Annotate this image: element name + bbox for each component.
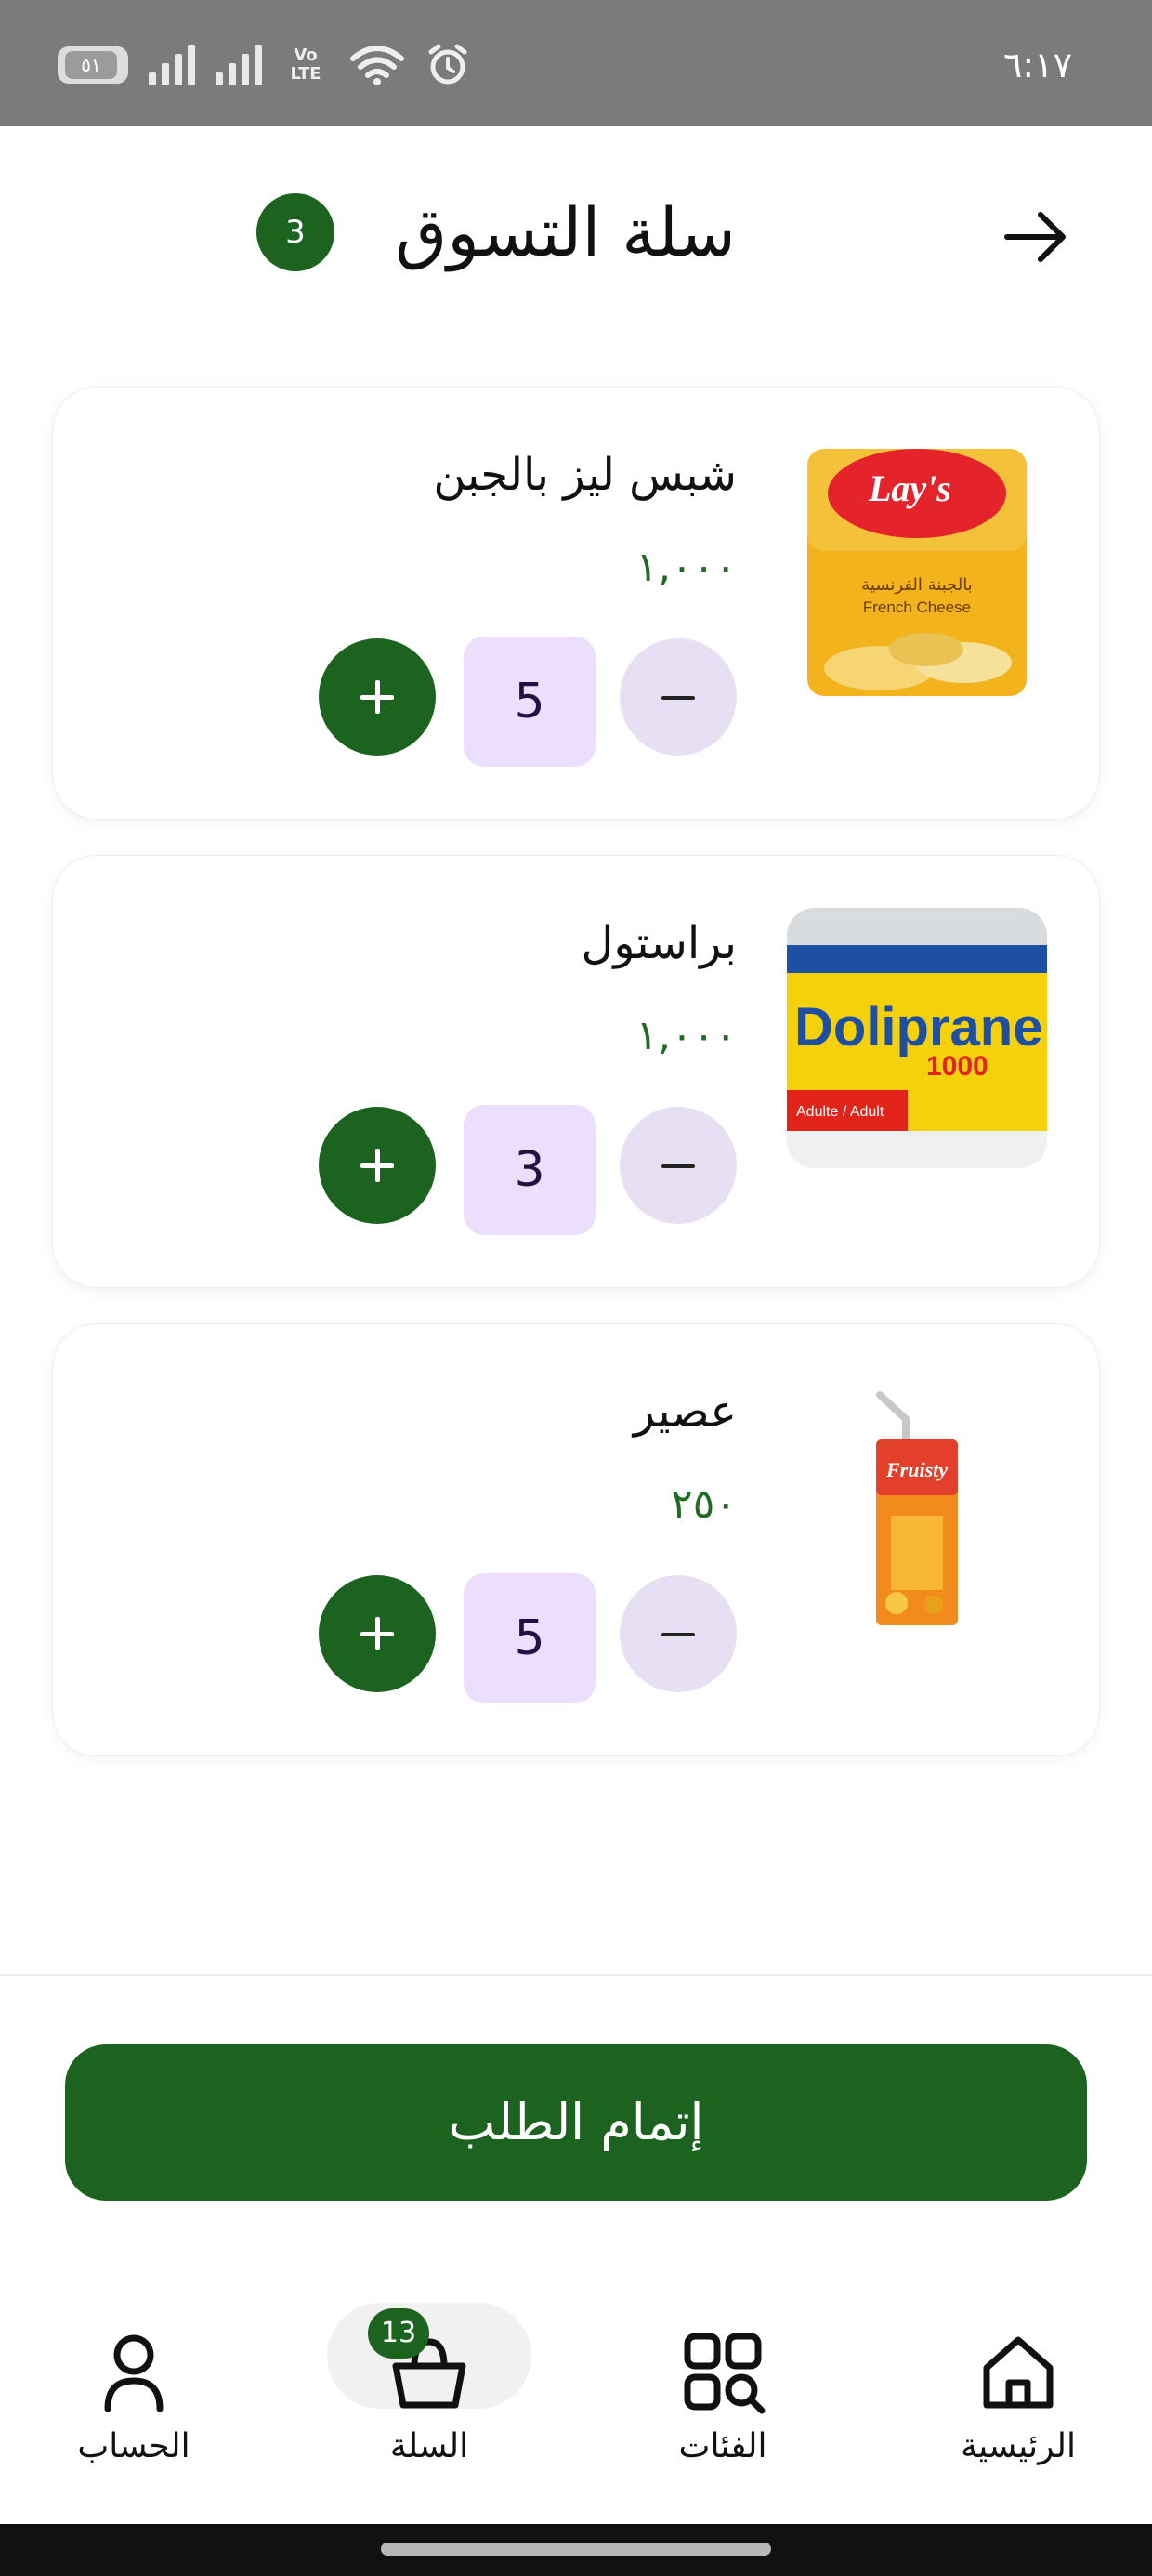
- nav-item-home[interactable]: الرئيسية: [916, 2301, 1120, 2505]
- home-icon: [983, 2336, 1054, 2409]
- item-price: ١,٠٠٠: [635, 544, 737, 591]
- nav-item-categories[interactable]: الفئات: [621, 2301, 825, 2505]
- svg-text:1000: 1000: [926, 1051, 988, 1082]
- cart-item: Fruisty عصير ٢٥٠ 5: [52, 1323, 1100, 1756]
- svg-text:Doliprane: Doliprane: [794, 997, 1043, 1058]
- cart-list: Lay's بالجبنة الفرنسية French Cheese شبس…: [52, 387, 1100, 1792]
- increase-quantity-button[interactable]: [319, 1575, 436, 1692]
- decrease-quantity-button[interactable]: [620, 638, 737, 756]
- status-icons: ٥١ Vo LTE: [58, 43, 470, 87]
- increase-quantity-button[interactable]: [319, 638, 436, 756]
- cart-item: Lay's بالجبنة الفرنسية French Cheese شبس…: [52, 387, 1100, 820]
- checkout-button[interactable]: إتمام الطلب: [65, 2044, 1087, 2201]
- wifi-icon: [350, 46, 404, 85]
- svg-text:French Cheese: French Cheese: [863, 598, 971, 616]
- arrow-right-icon[interactable]: [998, 199, 1074, 275]
- nav-item-cart[interactable]: 13 السلة: [327, 2301, 531, 2505]
- item-price: ١,٠٠٠: [635, 1012, 737, 1059]
- item-name: براستول: [581, 917, 737, 969]
- nav-label-home: الرئيسية: [961, 2427, 1076, 2465]
- increase-quantity-button[interactable]: [319, 1107, 436, 1224]
- volte-icon: Vo LTE: [290, 46, 321, 84]
- product-image-juice: Fruisty: [787, 1376, 1047, 1636]
- item-name: عصير: [633, 1386, 737, 1438]
- signal-icon-2: [216, 45, 262, 85]
- home-indicator[interactable]: [381, 2543, 771, 2556]
- nav-label-account: الحساب: [77, 2427, 190, 2465]
- signal-icon: [149, 45, 195, 85]
- alarm-icon: [428, 44, 467, 85]
- decrease-quantity-button[interactable]: [620, 1575, 737, 1692]
- bottom-nav: الرئيسية الفئات 13 السلة الحساب: [0, 2301, 1152, 2505]
- item-price: ٢٥٠: [671, 1480, 737, 1528]
- svg-text:Lay's: Lay's: [868, 467, 951, 509]
- svg-text:Fruisty: Fruisty: [885, 1458, 948, 1481]
- user-icon: [104, 2334, 164, 2412]
- product-image-doliprane: Doliprane 1000 Adulte / Adult: [787, 908, 1047, 1168]
- quantity-value: 5: [464, 637, 596, 767]
- quantity-value: 3: [464, 1105, 596, 1235]
- battery-level: ٥١: [65, 51, 117, 79]
- product-image-lays: Lay's بالجبنة الفرنسية French Cheese: [787, 440, 1047, 700]
- nav-label-cart: السلة: [389, 2427, 469, 2465]
- quantity-value: 5: [464, 1573, 596, 1703]
- status-time: ٦:١٧: [1002, 45, 1072, 85]
- app-header: 3 سلة التسوق: [0, 126, 1152, 340]
- system-navigation-bar: [0, 2524, 1152, 2576]
- nav-cart-count-badge: 13: [368, 2308, 429, 2359]
- categories-icon: [684, 2333, 766, 2414]
- header-cart-count-badge: 3: [256, 193, 334, 271]
- nav-label-categories: الفئات: [678, 2427, 767, 2465]
- bottom-sheet: إتمام الطلب الرئيسية الفئات 13 السلة الح…: [0, 1974, 1152, 2576]
- svg-text:Adulte / Adult: Adulte / Adult: [796, 1104, 884, 1120]
- battery-icon: ٥١: [58, 46, 128, 84]
- status-bar: ٥١ Vo LTE ٦:١٧: [0, 0, 1152, 126]
- svg-text:بالجبنة الفرنسية: بالجبنة الفرنسية: [861, 575, 973, 595]
- nav-item-account[interactable]: الحساب: [32, 2301, 236, 2505]
- cart-item: Doliprane 1000 Adulte / Adult براستول ١,…: [52, 855, 1100, 1288]
- page-title: سلة التسوق: [395, 193, 736, 271]
- item-name: شبس ليز بالجبن: [433, 449, 737, 501]
- decrease-quantity-button[interactable]: [620, 1107, 737, 1224]
